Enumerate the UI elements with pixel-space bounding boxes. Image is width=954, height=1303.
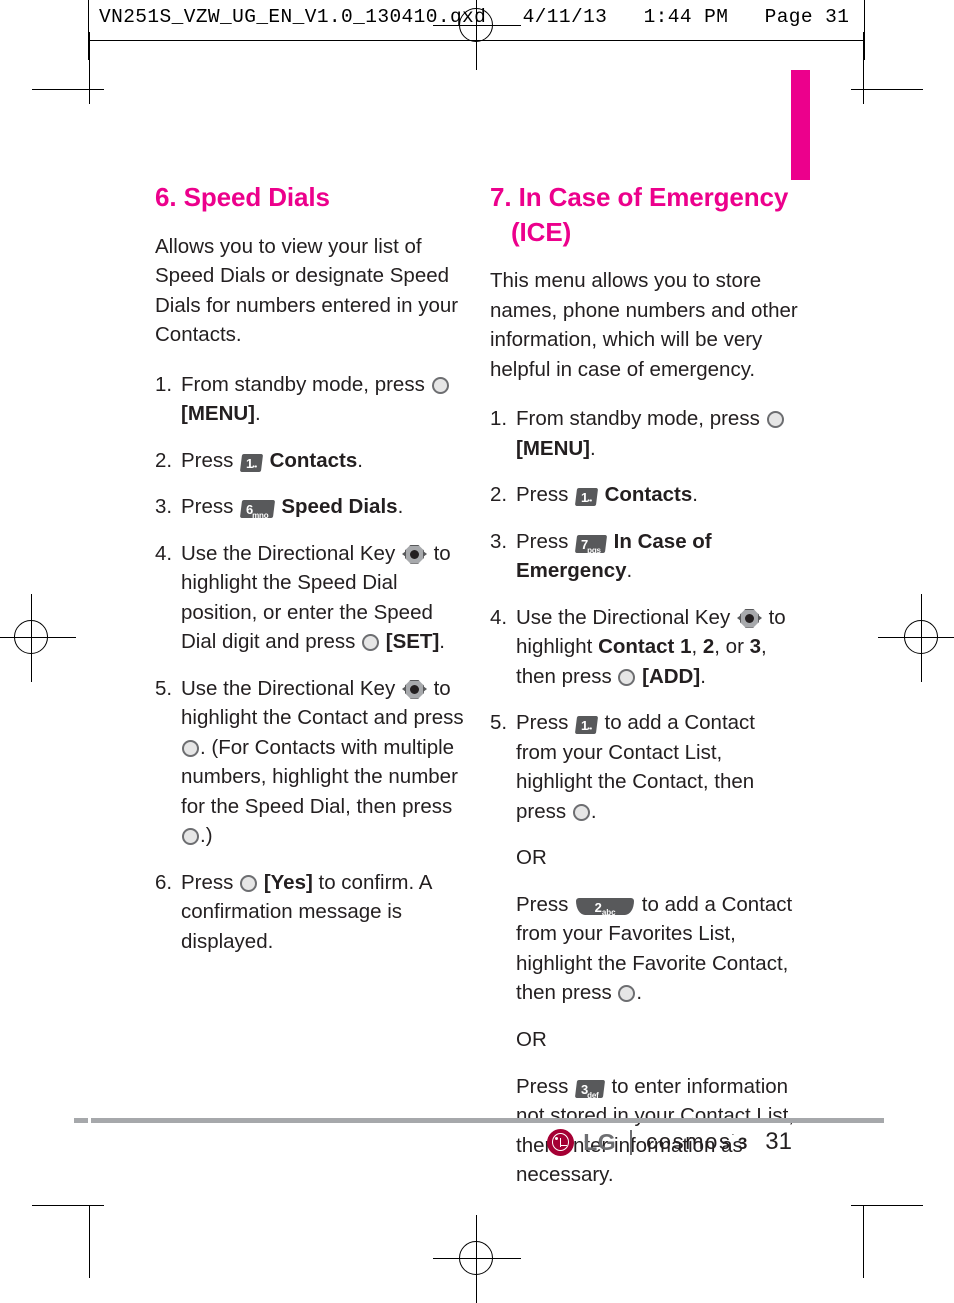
registration-mark-left bbox=[0, 594, 76, 682]
alternative-instruction: Press 2abc to add a Contact from your Fa… bbox=[516, 892, 793, 1005]
step-number: 3. bbox=[155, 495, 173, 519]
ok-key-icon bbox=[362, 634, 380, 652]
crop-mark-bottom-left-v bbox=[89, 1206, 90, 1278]
directional-key-icon bbox=[736, 608, 762, 628]
registration-mark-right bbox=[878, 594, 954, 682]
intro-paragraph-ice: This menu allows you to store names, pho… bbox=[490, 269, 798, 381]
alternative-or-label: OR bbox=[516, 846, 547, 870]
footer-divider bbox=[630, 1129, 633, 1155]
emphasis-text: 2 bbox=[702, 635, 715, 659]
ok-key-icon bbox=[618, 668, 636, 686]
alternative-or-label: OR bbox=[516, 1027, 547, 1051]
emphasis-text: [ADD] bbox=[642, 664, 701, 688]
crop-mark-bottom-right-h bbox=[851, 1205, 923, 1206]
page-title-ice-line1: 7. In Case of Emergency bbox=[490, 182, 789, 212]
emphasis-text: 3 bbox=[749, 635, 762, 659]
phone-key-1-icon: 1•• bbox=[575, 488, 598, 507]
ok-key-icon bbox=[766, 411, 784, 429]
step-number: 1. bbox=[155, 372, 173, 396]
step-item: 1. From standby mode, press [MENU]. bbox=[155, 370, 465, 429]
directional-key-icon bbox=[401, 544, 427, 564]
emphasis-text: In Case of Emergency bbox=[516, 529, 712, 583]
slug-border-right bbox=[864, 0, 865, 60]
step-item: 5. Use the Directional Key to highlight t… bbox=[155, 674, 465, 851]
left-column: 6. Speed Dials Allows you to view your l… bbox=[155, 180, 465, 973]
step-item: 2. Press 1•• Contacts. bbox=[155, 446, 465, 476]
crop-mark-top-right-h bbox=[851, 89, 923, 90]
step-item: 5. Press 1•• to add a Contact from your C… bbox=[490, 708, 800, 826]
chapter-thumb-tab bbox=[791, 70, 810, 180]
page-title-ice: 7. In Case of Emergency (ICE) bbox=[490, 180, 800, 249]
crop-mark-top-left-h bbox=[32, 89, 104, 90]
slug-underline bbox=[88, 40, 865, 41]
steps-list-speed-dials: 1. From standby mode, press [MENU]. 2. Pres… bbox=[155, 370, 465, 957]
print-slug: VN251S_VZW_UG_EN_V1.0_130410.qxd 4/11/13… bbox=[99, 6, 850, 28]
page-title-speed-dials: 6. Speed Dials bbox=[155, 182, 330, 212]
step-number: 5. bbox=[155, 676, 173, 700]
ok-key-icon bbox=[572, 803, 590, 821]
ok-key-icon bbox=[618, 985, 636, 1003]
step-number: 4. bbox=[490, 605, 508, 629]
ok-key-icon bbox=[431, 376, 449, 394]
step-number: 2. bbox=[490, 483, 508, 507]
footer-rule bbox=[74, 1118, 884, 1123]
ok-key-icon bbox=[240, 874, 258, 892]
product-wordmark: cosmos˙3 bbox=[646, 1129, 748, 1154]
step-item: 2. Press 1•• Contacts. bbox=[490, 480, 800, 510]
slug-border-left bbox=[88, 0, 89, 60]
step-number: 2. bbox=[155, 448, 173, 472]
directional-key-icon bbox=[401, 679, 427, 699]
step-item: 3. Press 6mno Speed Dials. bbox=[155, 492, 465, 522]
phone-key-2-icon: 2abc bbox=[576, 897, 635, 916]
phone-key-1-icon: 1•• bbox=[240, 453, 263, 472]
emphasis-text: Contact 1 bbox=[598, 635, 692, 659]
right-column: 7. In Case of Emergency (ICE) This menu … bbox=[490, 180, 800, 1207]
step-number: 5. bbox=[490, 711, 508, 735]
ok-key-icon bbox=[182, 828, 199, 846]
page-footer: LG cosmos˙3 31 bbox=[0, 1128, 884, 1156]
page-number: 31 bbox=[765, 1128, 792, 1155]
lg-wordmark: LG bbox=[583, 1128, 617, 1155]
emphasis-text: [SET] bbox=[385, 630, 440, 654]
crop-mark-bottom-right-v bbox=[863, 1206, 864, 1278]
phone-key-6-icon: 6mno bbox=[240, 500, 275, 520]
emphasis-text: Speed Dials bbox=[281, 495, 398, 519]
phone-key-7-icon: 7pqs bbox=[575, 534, 608, 555]
emphasis-text: Contacts bbox=[269, 448, 358, 472]
step-number: 6. bbox=[155, 870, 173, 894]
emphasis-text: [MENU] bbox=[516, 436, 591, 460]
step-item: 1. From standby mode, press [MENU]. bbox=[490, 404, 800, 463]
emphasis-text: [MENU] bbox=[181, 402, 256, 426]
step-item: 4. Use the Directional Key to highlight C… bbox=[490, 603, 800, 692]
lg-logo-icon bbox=[547, 1128, 575, 1156]
intro-paragraph-speed-dials: Allows you to view your list of Speed Di… bbox=[155, 234, 459, 347]
emphasis-text: Contacts bbox=[604, 483, 693, 507]
step-number: 4. bbox=[155, 541, 173, 565]
footer-rule-gap bbox=[88, 1118, 91, 1123]
steps-list-ice: 1. From standby mode, press [MENU]. 2. Pres… bbox=[490, 404, 800, 826]
registration-mark-bottom bbox=[433, 1215, 521, 1303]
step-item: 6. Press [Yes] to confirm. A confirmation… bbox=[155, 868, 465, 957]
emphasis-text: [Yes] bbox=[263, 870, 313, 894]
phone-key-1-icon: 1•• bbox=[575, 716, 598, 735]
step-number: 1. bbox=[490, 407, 508, 431]
step-item: 3. Press 7pqs In Case of Emergency. bbox=[490, 527, 800, 586]
ok-key-icon bbox=[182, 739, 199, 757]
step-number: 3. bbox=[490, 529, 508, 553]
step-item: 4. Use the Directional Key to highlight t… bbox=[155, 539, 465, 657]
crop-mark-top-left-v bbox=[89, 32, 90, 104]
phone-key-3-icon: 3def bbox=[575, 1079, 605, 1100]
crop-mark-bottom-left-h bbox=[32, 1205, 104, 1206]
page-title-ice-line2: (ICE) bbox=[511, 216, 572, 247]
